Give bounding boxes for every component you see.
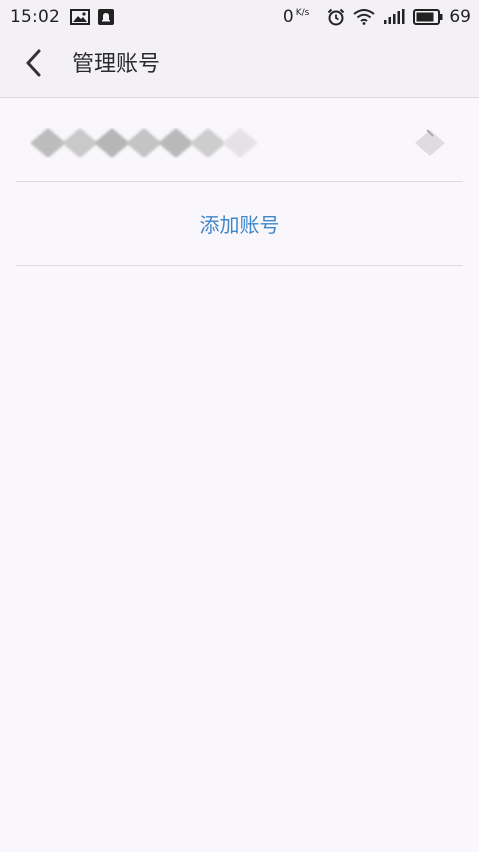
account-row[interactable] (16, 98, 463, 182)
chevron-left-icon (24, 49, 44, 81)
notification-icon (98, 8, 114, 25)
data-speed-unit: K/s (295, 8, 310, 18)
status-time: 15:02 (10, 6, 60, 27)
status-bar: 15:02 0 K/s 69 (0, 0, 479, 33)
account-avatar-obscured (415, 129, 445, 156)
alarm-icon (327, 8, 345, 26)
battery-icon (413, 8, 443, 25)
wifi-icon (353, 8, 375, 25)
data-speed-value: 0 (282, 6, 294, 27)
back-button[interactable] (16, 47, 52, 83)
add-account-button[interactable]: 添加账号 (16, 182, 463, 266)
page-title: 管理账号 (72, 52, 161, 77)
battery-level: 69 (449, 6, 471, 27)
signal-icon (383, 8, 405, 25)
account-name-obscured (30, 128, 258, 158)
image-icon (70, 8, 90, 25)
add-account-label: 添加账号 (199, 213, 280, 237)
status-left: 15:02 (10, 0, 122, 33)
status-right: 0 K/s 69 (283, 0, 471, 33)
app-bar: 管理账号 (0, 33, 479, 98)
